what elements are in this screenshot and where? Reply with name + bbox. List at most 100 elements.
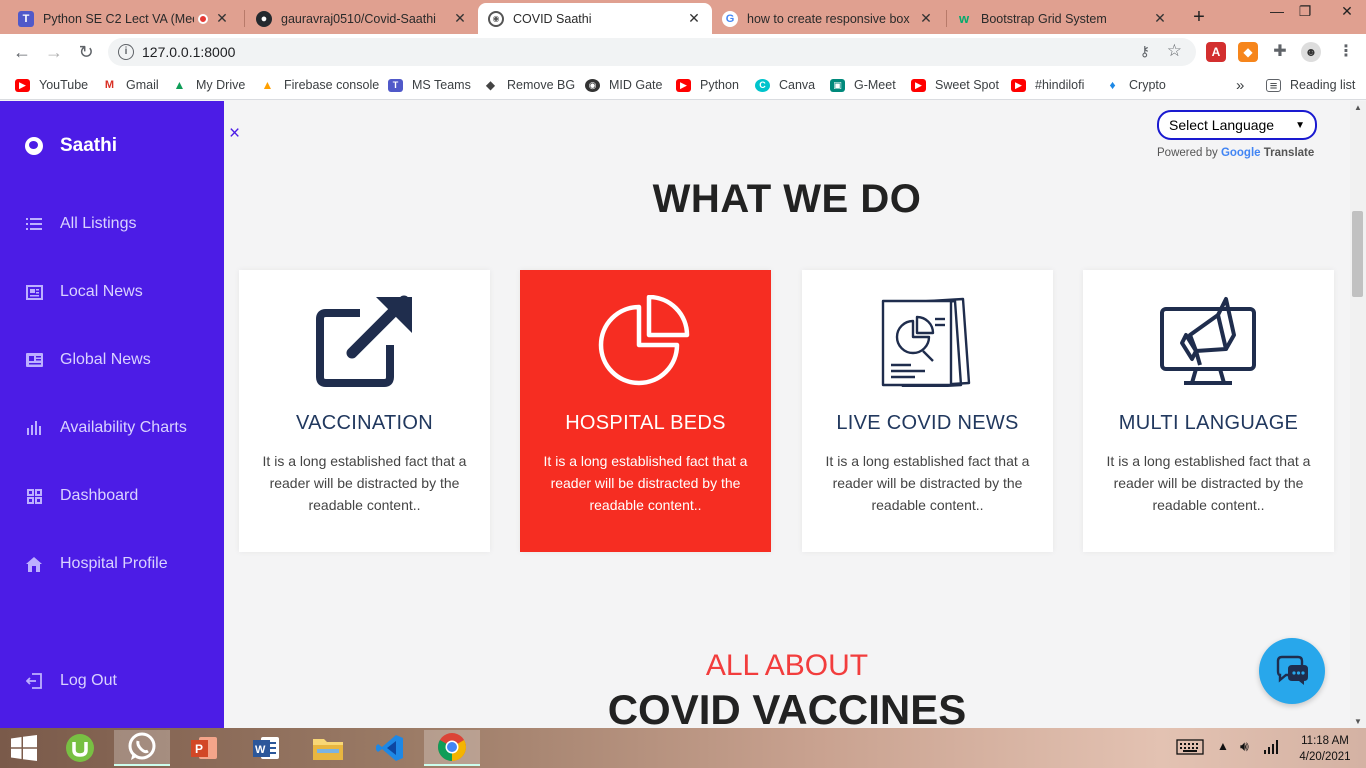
system-clock[interactable]: 11:18 AM 4/20/2021: [1290, 733, 1360, 765]
url-text[interactable]: 127.0.0.1:8000: [142, 44, 235, 60]
w3schools-icon: w: [958, 11, 970, 26]
bookmark-g-meet[interactable]: ▣ G-Meet: [830, 76, 896, 94]
browser-tab-strip: T Python SE C2 Lect VA (Meet ✕ ● gauravr…: [0, 0, 1366, 34]
sidebar-item-dashboard[interactable]: Dashboard: [25, 487, 138, 505]
bookmark-sweet-spot[interactable]: ▶ Sweet Spot: [911, 76, 999, 94]
brand[interactable]: Saathi: [25, 135, 117, 157]
vscode-taskbar-icon[interactable]: [362, 730, 418, 766]
home-icon: [25, 556, 43, 572]
tab-github[interactable]: ● gauravraj0510/Covid-Saathi ✕: [246, 3, 478, 34]
external-link-icon: [312, 295, 417, 387]
section-subheading: ALL ABOUT: [705, 649, 869, 682]
service-card-hospital-beds[interactable]: HOSPITAL BEDS It is a long established f…: [520, 270, 771, 552]
megaphone-monitor-icon: [1156, 295, 1261, 387]
back-button[interactable]: ←: [8, 39, 36, 65]
tab-google-search[interactable]: G how to create responsive box u ✕: [712, 3, 944, 34]
chat-icon: [1276, 655, 1308, 685]
brand-name: Saathi: [60, 135, 118, 156]
bookmark-gmail[interactable]: M Gmail: [102, 76, 159, 94]
chrome-taskbar-icon[interactable]: [424, 730, 480, 766]
layers-icon: ◆: [483, 78, 498, 92]
site-info-icon[interactable]: i: [118, 44, 134, 60]
drive-icon: ▲: [172, 78, 187, 92]
restore-button[interactable]: ❐: [1290, 0, 1320, 34]
reading-list-icon: ≡: [1266, 78, 1281, 93]
keyboard-icon[interactable]: [1176, 739, 1204, 758]
password-key-icon[interactable]: ⚷: [1140, 43, 1150, 60]
close-sidebar-icon[interactable]: ×: [229, 123, 240, 145]
profile-avatar[interactable]: ☻: [1301, 42, 1321, 62]
scroll-up-arrow-icon[interactable]: ▲: [1354, 103, 1362, 112]
tab-meet[interactable]: T Python SE C2 Lect VA (Meet ✕: [8, 3, 240, 34]
bookmark-python[interactable]: ▶ Python: [676, 76, 739, 94]
sidebar: Saathi All Listings Local News Global Ne…: [0, 101, 224, 728]
start-button[interactable]: [0, 730, 48, 766]
newspaper-icon: [25, 284, 43, 300]
bookmark-my-drive[interactable]: ▲ My Drive: [172, 76, 245, 94]
close-tab-icon[interactable]: ✕: [214, 10, 230, 27]
bookmark-canva[interactable]: C Canva: [755, 76, 815, 94]
page-scrollbar[interactable]: ▲ ▼: [1350, 101, 1366, 728]
card-description: It is a long established fact that a rea…: [543, 453, 748, 513]
youtube-icon: ▶: [911, 78, 926, 92]
close-tab-icon[interactable]: ✕: [452, 10, 468, 27]
card-title: LIVE COVID NEWS: [836, 412, 1019, 434]
grid-icon: [25, 488, 43, 504]
close-tab-icon[interactable]: ✕: [1152, 10, 1168, 27]
bookmark-mid-gate[interactable]: ◉ MID Gate: [585, 76, 663, 94]
bookmark-crypto[interactable]: ♦ Crypto: [1105, 76, 1166, 94]
word-taskbar-icon[interactable]: W: [238, 730, 294, 766]
bookmark-youtube[interactable]: ▶ YouTube: [15, 76, 88, 94]
logout-button[interactable]: Log Out: [25, 672, 117, 690]
more-bookmarks-button[interactable]: »: [1236, 76, 1244, 94]
service-card-vaccination[interactable]: VACCINATION It is a long established fac…: [239, 270, 490, 552]
close-tab-icon[interactable]: ✕: [686, 10, 702, 27]
reading-list-button[interactable]: ≡ Reading list: [1266, 76, 1355, 94]
pie-chart-icon: [593, 294, 698, 387]
scrollbar-thumb[interactable]: [1352, 211, 1363, 297]
bookmark-star-icon[interactable]: ☆: [1167, 41, 1182, 61]
window-close-button[interactable]: ✕: [1332, 0, 1362, 34]
metamask-extension-icon[interactable]: ◆: [1238, 42, 1258, 62]
gmail-icon: M: [102, 78, 117, 92]
network-icon[interactable]: [1264, 740, 1280, 757]
google-logo: Google: [1220, 147, 1261, 159]
sidebar-item-hospital-profile[interactable]: Hospital Profile: [25, 555, 168, 573]
meet-icon: ▣: [830, 78, 845, 92]
report-icon: [875, 295, 980, 391]
sidebar-item-local-news[interactable]: Local News: [25, 283, 143, 301]
browser-menu-icon[interactable]: ⋮: [1336, 42, 1356, 62]
card-title: VACCINATION: [295, 412, 433, 434]
close-tab-icon[interactable]: ✕: [918, 10, 934, 27]
reload-button[interactable]: ↻: [72, 39, 100, 65]
tab-covid-saathi[interactable]: ◉ COVID Saathi ✕: [478, 3, 712, 34]
utorrent-taskbar-icon[interactable]: [52, 730, 108, 766]
minimize-button[interactable]: —: [1262, 0, 1292, 34]
show-hidden-icons-icon[interactable]: ▲: [1217, 739, 1229, 753]
bookmark-remove-bg[interactable]: ◆ Remove BG: [483, 76, 575, 94]
bookmark-firebase[interactable]: ▲ Firebase console: [260, 76, 379, 94]
extensions-icon[interactable]: ✚: [1270, 42, 1290, 62]
bookmark-ms-teams[interactable]: T MS Teams: [388, 76, 471, 94]
card-title: MULTI LANGUAGE: [1118, 412, 1299, 434]
forward-button[interactable]: →: [40, 39, 68, 65]
service-card-live-covid-news[interactable]: LIVE COVID NEWS It is a long established…: [802, 270, 1053, 552]
language-select[interactable]: Select Language ▼: [1157, 110, 1317, 140]
powerpoint-taskbar-icon[interactable]: P: [176, 730, 232, 766]
service-card-multi-language[interactable]: MULTI LANGUAGE It is a long established …: [1083, 270, 1334, 552]
tab-bootstrap[interactable]: w Bootstrap Grid System ✕: [946, 3, 1178, 34]
sidebar-item-availability-charts[interactable]: Availability Charts: [25, 419, 187, 437]
card-description: It is a long established fact that a rea…: [1106, 453, 1311, 513]
volume-icon[interactable]: 🔊︎: [1240, 738, 1249, 755]
scroll-down-arrow-icon[interactable]: ▼: [1354, 717, 1362, 726]
whatsapp-taskbar-icon[interactable]: [114, 730, 170, 766]
bookmark-hindilofi[interactable]: ▶ #hindilofi: [1011, 76, 1084, 94]
new-tab-button[interactable]: +: [1186, 5, 1212, 31]
sidebar-item-global-news[interactable]: Global News: [25, 351, 151, 369]
file-explorer-taskbar-icon[interactable]: [300, 730, 356, 766]
address-bar[interactable]: i 127.0.0.1:8000 ⚷ ☆: [108, 38, 1196, 66]
google-icon: G: [722, 10, 738, 27]
chat-button[interactable]: [1259, 638, 1325, 704]
pdf-extension-icon[interactable]: A: [1206, 42, 1226, 62]
sidebar-item-all-listings[interactable]: All Listings: [25, 215, 136, 233]
